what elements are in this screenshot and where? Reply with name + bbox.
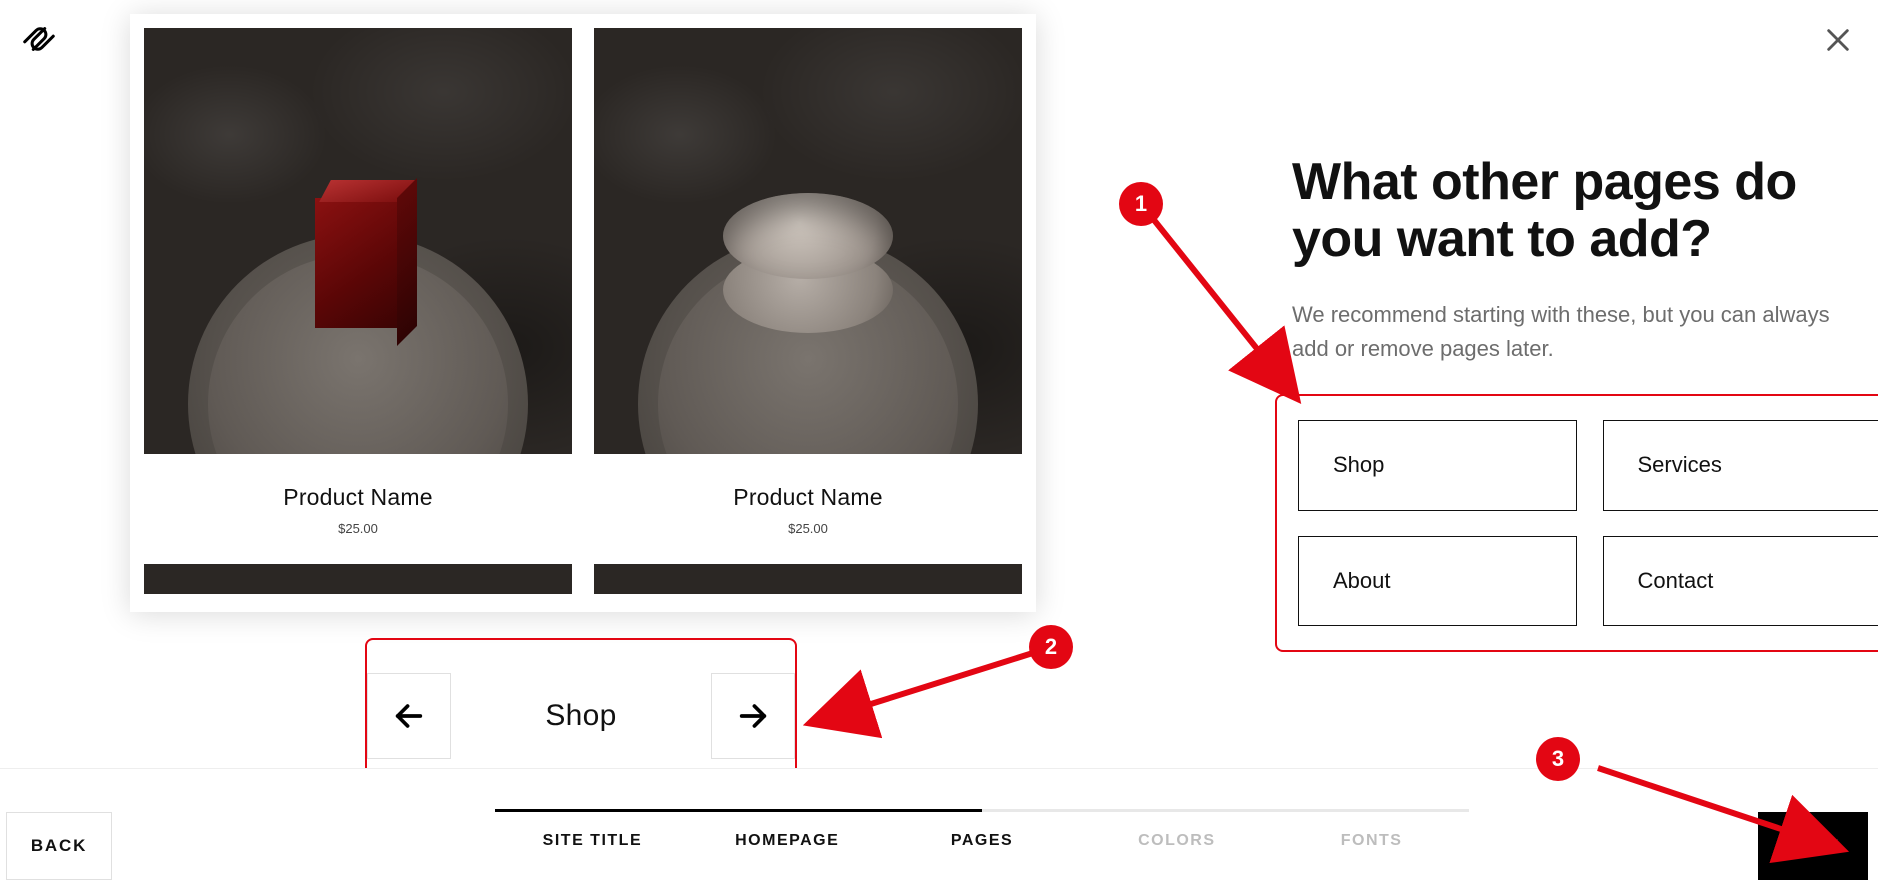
page-option-contact[interactable]: Contact: [1603, 536, 1878, 627]
back-button-label: BACK: [31, 836, 87, 856]
page-options-group: Shop Services About Contact: [1275, 394, 1878, 652]
product-card: Product Name $25.00: [594, 28, 1022, 612]
annotation-marker-3: 3: [1536, 737, 1580, 781]
page-option-about[interactable]: About: [1298, 536, 1577, 627]
product-name: Product Name: [733, 484, 882, 511]
back-button[interactable]: BACK: [6, 812, 112, 880]
page-option-label: Contact: [1638, 568, 1714, 594]
current-page-label: Shop: [545, 699, 616, 733]
page-heading: What other pages do you want to add?: [1292, 154, 1870, 268]
page-option-services[interactable]: Services: [1603, 420, 1878, 511]
next-page-button[interactable]: [711, 673, 795, 759]
annotation-marker-1: 1: [1119, 182, 1163, 226]
page-option-shop[interactable]: Shop: [1298, 420, 1577, 511]
step-homepage[interactable]: HOMEPAGE: [690, 832, 885, 850]
squarespace-logo-icon: [20, 20, 58, 58]
product-price: $25.00: [788, 521, 828, 536]
step-colors[interactable]: COLORS: [1079, 832, 1274, 850]
next-button[interactable]: NEXT: [1758, 812, 1868, 880]
step-fonts[interactable]: FONTS: [1274, 832, 1469, 850]
annotation-marker-2: 2: [1029, 625, 1073, 669]
close-icon[interactable]: [1824, 26, 1852, 54]
product-card: Product Name $25.00: [144, 28, 572, 612]
page-option-label: Shop: [1333, 452, 1384, 478]
arrow-left-icon: [392, 699, 426, 733]
prev-page-button[interactable]: [367, 673, 451, 759]
product-name: Product Name: [283, 484, 432, 511]
annotation-arrow-icon: [800, 640, 1060, 740]
step-site-title[interactable]: SITE TITLE: [495, 832, 690, 850]
progress-stepper: SITE TITLE HOMEPAGE PAGES COLORS FONTS: [495, 809, 1469, 850]
step-pages[interactable]: PAGES: [885, 832, 1080, 850]
arrow-right-icon: [736, 699, 770, 733]
wizard-footer: BACK SITE TITLE HOMEPAGE PAGES COLORS FO…: [0, 768, 1878, 861]
product-price: $25.00: [338, 521, 378, 536]
page-subtext: We recommend starting with these, but yo…: [1292, 298, 1870, 366]
page-option-label: About: [1333, 568, 1391, 594]
template-preview: Product Name $25.00 Product Name $25.00: [130, 14, 1036, 612]
next-button-label: NEXT: [1787, 836, 1840, 856]
page-option-label: Services: [1638, 452, 1722, 478]
progress-fill: [495, 809, 982, 812]
